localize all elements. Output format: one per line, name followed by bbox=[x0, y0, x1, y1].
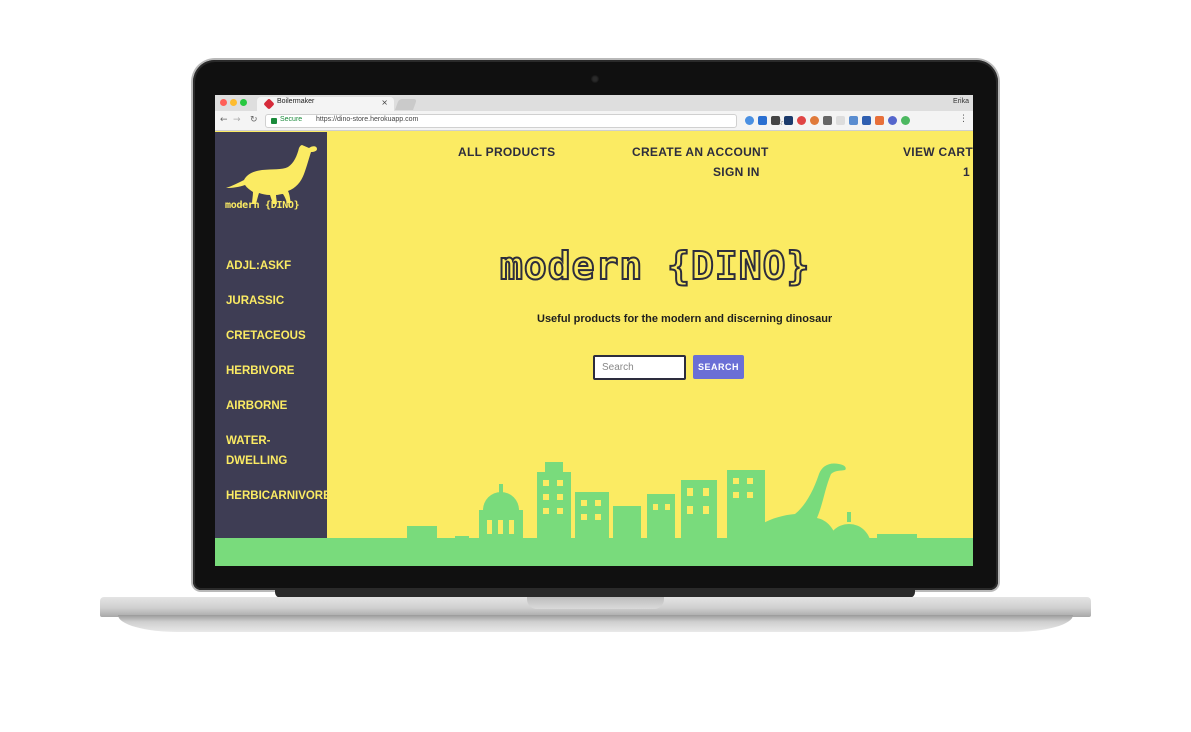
nav-all-products[interactable]: ALL PRODUCTS bbox=[458, 145, 555, 159]
window-close-button[interactable] bbox=[220, 99, 227, 106]
search-button[interactable]: SEARCH bbox=[693, 355, 744, 379]
forward-icon[interactable]: → bbox=[233, 115, 241, 125]
extension-icon[interactable] bbox=[875, 116, 884, 125]
extension-icon[interactable] bbox=[862, 116, 871, 125]
category-link[interactable]: AIRBORNE bbox=[226, 396, 326, 416]
cart-count-badge: 1 bbox=[963, 165, 970, 179]
profile-name[interactable]: Erika bbox=[953, 98, 969, 105]
tab-close-icon[interactable]: × bbox=[381, 98, 388, 107]
extension-icon[interactable] bbox=[823, 116, 832, 125]
laptop-foot bbox=[118, 615, 1073, 632]
extension-icon[interactable] bbox=[849, 116, 858, 125]
ground bbox=[215, 538, 973, 566]
reload-icon[interactable]: ↻ bbox=[250, 115, 258, 125]
extension-icon[interactable] bbox=[758, 116, 767, 125]
nav-sign-in[interactable]: SIGN IN bbox=[713, 165, 760, 179]
extension-icon[interactable] bbox=[836, 116, 845, 125]
city-skyline-icon bbox=[407, 462, 917, 546]
back-icon[interactable]: ← bbox=[220, 115, 228, 125]
extension-icon[interactable] bbox=[888, 116, 897, 125]
window-minimize-button[interactable] bbox=[230, 99, 237, 106]
category-link[interactable]: WATER-DWELLING bbox=[226, 431, 287, 471]
category-link[interactable]: CRETACEOUS bbox=[226, 326, 326, 346]
favicon-icon bbox=[263, 98, 275, 110]
category-link[interactable]: HERBICARNIVORE bbox=[226, 486, 331, 506]
extension-icons bbox=[745, 116, 910, 125]
browser-toolbar: ← → ↻ Secure https://dino-store.herokuap… bbox=[215, 111, 973, 131]
extension-icon[interactable] bbox=[901, 116, 910, 125]
lock-icon bbox=[271, 118, 277, 124]
secure-label: Secure bbox=[280, 116, 303, 123]
laptop-notch bbox=[527, 597, 664, 609]
web-page: modern {DINO} ADJL:ASKF JURASSIC CRETACE… bbox=[215, 132, 973, 566]
window-zoom-button[interactable] bbox=[240, 99, 247, 106]
browser-tab-bar: Boilermaker × Erika bbox=[215, 95, 973, 111]
hero-tagline: Useful products for the modern and disce… bbox=[537, 313, 833, 325]
category-list: ADJL:ASKF JURASSIC CRETACEOUS HERBIVORE … bbox=[226, 256, 331, 521]
sidebar: modern {DINO} ADJL:ASKF JURASSIC CRETACE… bbox=[215, 132, 331, 538]
category-link[interactable]: ADJL:ASKF bbox=[226, 256, 326, 276]
extension-icon[interactable] bbox=[797, 116, 806, 125]
camera-icon bbox=[591, 75, 599, 83]
nav-create-account[interactable]: CREATE AN ACCOUNT bbox=[632, 145, 769, 159]
menu-icon[interactable]: ⋮ bbox=[959, 114, 968, 124]
new-tab-button[interactable] bbox=[394, 99, 418, 110]
sidebar-logo-text[interactable]: modern {DINO} bbox=[225, 200, 300, 211]
category-link[interactable]: JURASSIC bbox=[226, 291, 326, 311]
extension-icon[interactable] bbox=[745, 116, 754, 125]
url-text[interactable]: https://dino-store.herokuapp.com bbox=[316, 116, 418, 123]
nav-view-cart[interactable]: VIEW CART bbox=[903, 145, 973, 159]
category-link[interactable]: HERBIVORE bbox=[226, 361, 326, 381]
extension-icon[interactable] bbox=[771, 116, 780, 125]
search-input[interactable] bbox=[593, 355, 686, 380]
extension-icon[interactable] bbox=[784, 116, 793, 125]
extension-icon[interactable] bbox=[810, 116, 819, 125]
address-bar[interactable]: Secure https://dino-store.herokuapp.com … bbox=[265, 114, 784, 128]
hero-title: modern {DINO} bbox=[499, 243, 811, 289]
tab-title: Boilermaker bbox=[277, 98, 315, 105]
laptop-screen: Boilermaker × Erika ← → ↻ Secure https:/… bbox=[215, 95, 973, 566]
browser-tab[interactable]: Boilermaker × bbox=[257, 97, 394, 111]
